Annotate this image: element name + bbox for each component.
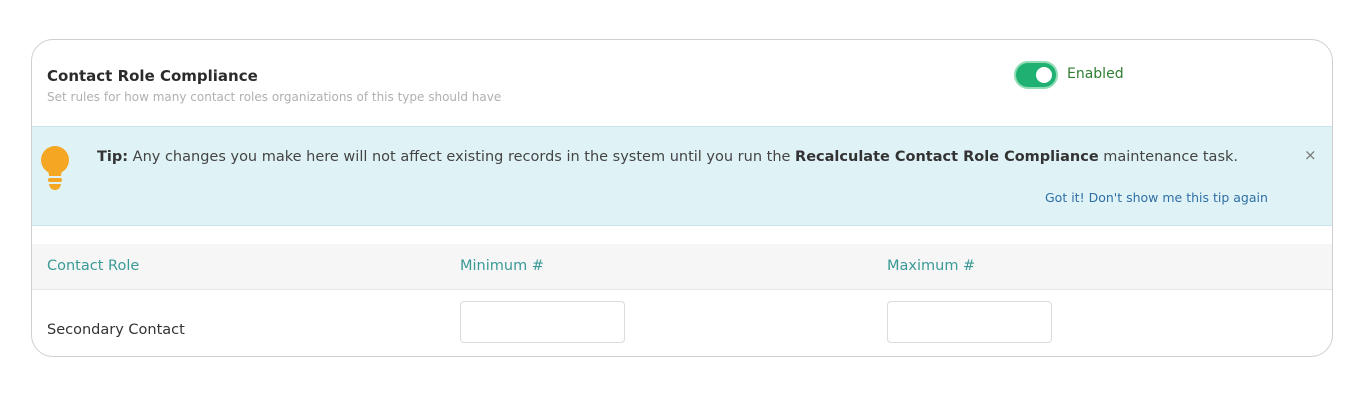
tip-message: Tip: Any changes you make here will not … — [97, 146, 1287, 169]
column-header-maximum: Maximum # — [887, 258, 976, 274]
table-row: Secondary Contact — [32, 290, 1332, 356]
tip-prefix: Tip: — [97, 149, 129, 165]
close-icon[interactable]: × — [1304, 146, 1317, 164]
tip-highlight: Recalculate Contact Role Compliance — [795, 149, 1099, 165]
dismiss-tip-link[interactable]: Got it! Don't show me this tip again — [1045, 190, 1268, 205]
contact-role-compliance-card: Contact Role Compliance Set rules for ho… — [31, 39, 1333, 357]
lightbulb-icon — [41, 146, 69, 190]
maximum-input[interactable] — [887, 301, 1052, 343]
toggle-knob — [1036, 67, 1052, 83]
table-header: Contact Role Minimum # Maximum # — [32, 244, 1332, 290]
enabled-toggle[interactable] — [1014, 61, 1058, 89]
contact-role-cell: Secondary Contact — [47, 322, 185, 338]
tip-text-before: Any changes you make here will not affec… — [128, 149, 796, 165]
panel-header: Contact Role Compliance Set rules for ho… — [32, 40, 1332, 126]
column-header-minimum: Minimum # — [460, 258, 544, 274]
minimum-input[interactable] — [460, 301, 625, 343]
enabled-toggle-label: Enabled — [1067, 66, 1124, 82]
column-header-contact-role: Contact Role — [47, 258, 140, 274]
panel-title: Contact Role Compliance — [47, 67, 258, 85]
tip-banner: Tip: Any changes you make here will not … — [32, 126, 1332, 226]
panel-subtitle: Set rules for how many contact roles org… — [47, 90, 502, 104]
tip-text-after: maintenance task. — [1098, 149, 1238, 165]
